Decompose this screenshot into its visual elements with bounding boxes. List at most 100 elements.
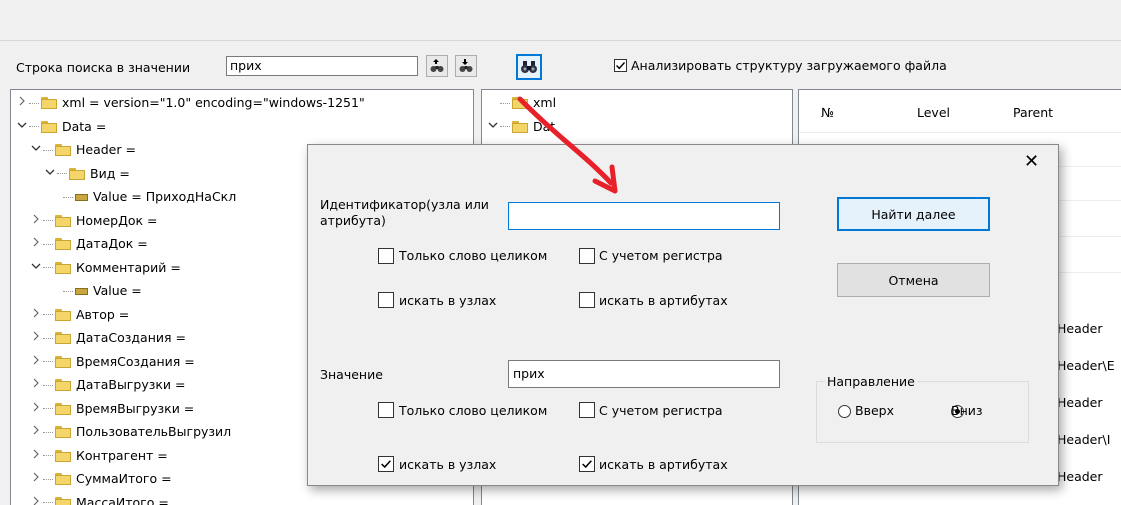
whole-word-checkbox-1[interactable] bbox=[378, 248, 394, 264]
folder-icon bbox=[55, 426, 71, 438]
tree-node[interactable]: Комментарий = bbox=[29, 257, 181, 279]
tree-node-label: Контрагент = bbox=[76, 447, 168, 463]
binoculars-up-icon bbox=[430, 59, 444, 72]
expand-chevron-icon[interactable] bbox=[29, 351, 43, 373]
tree-node[interactable]: ВремяВыгрузки = bbox=[29, 398, 194, 420]
find-next-dialog-button[interactable]: Найти далее bbox=[837, 197, 990, 231]
expand-chevron-icon[interactable] bbox=[29, 398, 43, 420]
case-checkbox-1[interactable] bbox=[579, 248, 595, 264]
expand-chevron-icon[interactable] bbox=[29, 468, 43, 490]
tree-node[interactable]: ВремяСоздания = bbox=[29, 351, 195, 373]
grid-header-num[interactable]: № bbox=[821, 105, 834, 120]
value-input[interactable]: прих bbox=[508, 360, 780, 388]
tree-node[interactable]: ДатаСоздания = bbox=[29, 327, 186, 349]
grid-cell-parent: Header\E bbox=[1057, 358, 1115, 373]
tree-node-label: Value = ПриходНаСкл bbox=[93, 189, 237, 204]
tree-node[interactable]: Value = ПриходНаСкл bbox=[63, 186, 236, 208]
collapse-chevron-icon[interactable] bbox=[29, 257, 43, 279]
grid-header-level[interactable]: Level bbox=[917, 105, 950, 120]
grid-divider bbox=[799, 132, 1121, 133]
collapse-chevron-icon[interactable] bbox=[43, 163, 57, 185]
expand-chevron-icon[interactable] bbox=[29, 304, 43, 326]
tree-line bbox=[43, 314, 53, 315]
expand-chevron-icon[interactable] bbox=[29, 327, 43, 349]
value-label: Значение bbox=[320, 367, 383, 382]
tree-line bbox=[43, 408, 53, 409]
tree-line bbox=[500, 126, 510, 127]
expand-chevron-icon[interactable] bbox=[29, 233, 43, 255]
folder-icon bbox=[55, 214, 71, 227]
find-prev-button[interactable] bbox=[426, 55, 448, 77]
id-label: Идентификатор(узла или атрибута) bbox=[320, 197, 489, 228]
collapse-chevron-icon[interactable] bbox=[486, 116, 500, 138]
grid-cell-parent: Header bbox=[1057, 395, 1103, 410]
find-dialog-button[interactable] bbox=[516, 54, 542, 80]
tree-node-label: Value = bbox=[93, 283, 142, 298]
tree-line bbox=[43, 431, 53, 433]
folder-icon bbox=[55, 402, 71, 415]
tree-node[interactable]: ДатаДок = bbox=[29, 233, 148, 255]
search-input[interactable]: прих bbox=[226, 56, 418, 76]
tree-line bbox=[43, 220, 53, 221]
direction-up-radio[interactable] bbox=[838, 405, 851, 418]
tree-node-label: ПользовательВыгрузил bbox=[76, 424, 232, 439]
attrs-checkbox-2[interactable] bbox=[579, 456, 595, 472]
tree-node[interactable]: Контрагент = bbox=[29, 445, 168, 467]
tree-line bbox=[63, 196, 73, 198]
folder-icon bbox=[55, 144, 71, 156]
folder-icon bbox=[55, 379, 71, 391]
tree-node[interactable]: НомерДок = bbox=[29, 210, 158, 232]
folder-icon bbox=[55, 496, 71, 505]
expand-chevron-icon[interactable] bbox=[29, 421, 43, 443]
direction-up-label: Вверх bbox=[855, 403, 894, 418]
tree-node[interactable]: xml = version="1.0" encoding="windows-12… bbox=[15, 92, 365, 114]
attrs-label-1: искать в артибутах bbox=[599, 293, 728, 308]
title-area bbox=[0, 0, 1121, 41]
tree-line bbox=[43, 149, 53, 151]
expand-chevron-icon[interactable] bbox=[29, 492, 43, 505]
expand-chevron-icon[interactable] bbox=[29, 374, 43, 396]
tree-node-label: МассаИтого = bbox=[76, 494, 169, 505]
collapse-chevron-icon[interactable] bbox=[29, 139, 43, 161]
tree-node[interactable]: ДатаВыгрузки = bbox=[29, 374, 185, 396]
tree-line bbox=[43, 478, 53, 480]
expand-chevron-icon[interactable] bbox=[29, 445, 43, 467]
tree-node[interactable]: ПользовательВыгрузил bbox=[29, 421, 231, 443]
tree-node[interactable]: Вид = bbox=[43, 163, 130, 185]
check-icon bbox=[381, 460, 391, 469]
close-icon[interactable]: ✕ bbox=[1024, 151, 1039, 172]
nodes-checkbox-2[interactable] bbox=[378, 456, 394, 472]
collapse-chevron-icon[interactable] bbox=[15, 116, 29, 138]
tree-node[interactable]: Автор = bbox=[29, 304, 129, 326]
grid-header-parent[interactable]: Parent bbox=[1013, 105, 1053, 120]
grid-cell-parent: Header\I bbox=[1057, 432, 1111, 447]
analyze-checkbox[interactable] bbox=[614, 59, 627, 72]
nodes-checkbox-1[interactable] bbox=[378, 292, 394, 308]
attrs-label-2: искать в артибутах bbox=[599, 457, 728, 472]
grid-cell-parent: Header bbox=[1057, 321, 1103, 336]
tree-node[interactable]: Header = bbox=[29, 139, 136, 161]
expand-chevron-icon[interactable] bbox=[15, 92, 29, 114]
tree-node[interactable]: Value = bbox=[63, 280, 142, 302]
binoculars-down-icon bbox=[459, 59, 473, 72]
find-next-button[interactable] bbox=[455, 55, 477, 77]
tree-node[interactable]: СуммаИтого = bbox=[29, 468, 172, 490]
id-input[interactable] bbox=[508, 202, 780, 230]
tree-node[interactable]: Data = bbox=[15, 116, 106, 138]
case-checkbox-2[interactable] bbox=[579, 402, 595, 418]
tree-node[interactable]: МассаИтого = bbox=[29, 492, 169, 505]
tree-line bbox=[43, 384, 53, 386]
tree-node-label: ДатаВыгрузки = bbox=[76, 377, 186, 392]
search-label: Строка поиска в значении bbox=[16, 60, 191, 75]
tree-node-label: Комментарий = bbox=[76, 259, 181, 275]
whole-word-label-1: Только слово целиком bbox=[399, 248, 548, 263]
tree-node-label: xml = version="1.0" encoding="windows-12… bbox=[62, 95, 365, 110]
tree-node-label: Data = bbox=[62, 118, 107, 134]
expand-chevron-icon[interactable] bbox=[29, 210, 43, 232]
whole-word-checkbox-2[interactable] bbox=[378, 402, 394, 418]
attrs-checkbox-1[interactable] bbox=[579, 292, 595, 308]
cancel-button[interactable]: Отмена bbox=[837, 263, 990, 297]
folder-icon bbox=[55, 355, 71, 368]
tree-node-label: СуммаИтого = bbox=[76, 471, 172, 486]
check-icon bbox=[582, 460, 592, 469]
